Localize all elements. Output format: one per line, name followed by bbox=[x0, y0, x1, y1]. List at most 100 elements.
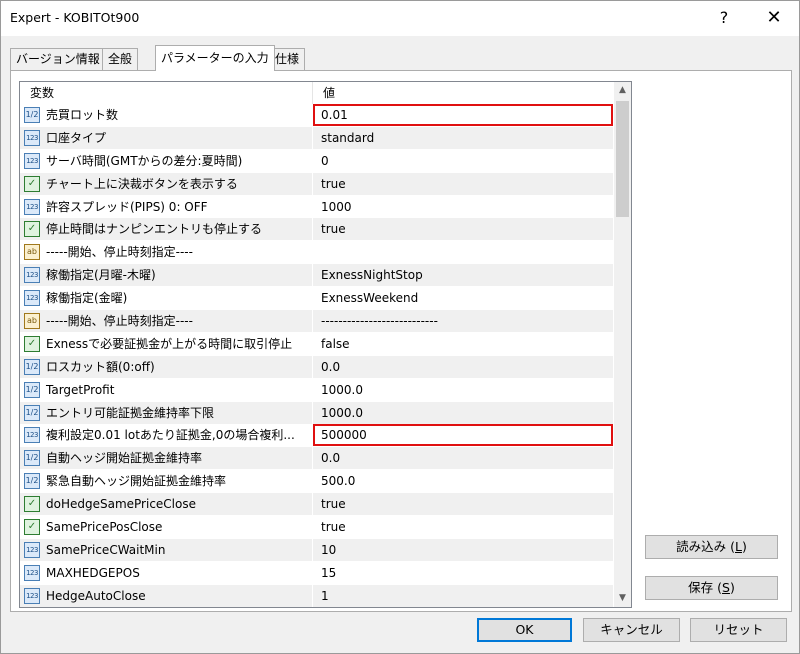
parameter-name-cell[interactable]: 123 稼働指定(月曜-木曜) bbox=[20, 264, 312, 287]
parameter-value[interactable]: true bbox=[313, 493, 613, 516]
parameter-row[interactable]: 1/2 TargetProfit 1000.0 bbox=[20, 379, 614, 402]
save-button-key: S bbox=[722, 580, 730, 595]
parameter-row[interactable]: ✓ 停止時間はナンピンエントリも停止する true bbox=[20, 218, 614, 241]
parameter-row[interactable]: 1/2 自動ヘッジ開始証拠金維持率 0.0 bbox=[20, 447, 614, 470]
tab-input-parameters[interactable]: パラメーターの入力 bbox=[155, 45, 275, 71]
parameter-name: 自動ヘッジ開始証拠金維持率 bbox=[46, 451, 203, 466]
parameter-name: MAXHEDGEPOS bbox=[46, 565, 140, 580]
parameter-row[interactable]: 123 口座タイプ standard bbox=[20, 126, 614, 150]
parameter-value[interactable]: 0.0 bbox=[313, 447, 613, 470]
parameter-name: エントリ可能証拠金維持率下限 bbox=[46, 405, 215, 420]
parameter-name-cell[interactable]: 123 複利設定0.01 lotあたり証拠金,0の場合複利... bbox=[20, 424, 312, 446]
parameter-name-cell[interactable]: ab -----開始、停止時刻指定---- bbox=[20, 310, 312, 333]
close-button[interactable]: ✕ bbox=[754, 0, 794, 36]
parameter-value[interactable]: false bbox=[313, 333, 613, 355]
parameter-value[interactable]: standard bbox=[313, 126, 613, 149]
tab-general[interactable]: 全般 bbox=[102, 48, 139, 70]
parameter-name-cell[interactable]: 1/2 ロスカット額(0:off) bbox=[20, 355, 312, 378]
parameter-row[interactable]: ab -----開始、停止時刻指定---- bbox=[20, 241, 614, 264]
parameter-row[interactable]: 123 MAXHEDGEPOS 15 bbox=[20, 562, 614, 585]
parameter-row[interactable]: 1/2 緊急自動ヘッジ開始証拠金維持率 500.0 bbox=[20, 470, 614, 493]
scroll-up-arrow-icon[interactable]: ▲ bbox=[614, 82, 631, 99]
parameter-value[interactable]: ExnessWeekend bbox=[313, 287, 613, 309]
parameter-name-cell[interactable]: 123 MAXHEDGEPOS bbox=[20, 562, 312, 584]
parameter-value[interactable]: 1 bbox=[313, 584, 613, 607]
integer-type-icon: 123 bbox=[24, 129, 40, 146]
parameter-value[interactable]: --------------------------- bbox=[313, 310, 613, 333]
parameter-value[interactable]: 1000.0 bbox=[313, 379, 613, 401]
string-type-icon: ab bbox=[24, 244, 40, 261]
parameter-name: 緊急自動ヘッジ開始証拠金維持率 bbox=[46, 474, 227, 489]
parameter-name: ロスカット額(0:off) bbox=[46, 359, 155, 374]
save-button[interactable]: 保存 (S) bbox=[645, 576, 778, 600]
parameter-name-cell[interactable]: ✓ SamePricePosClose bbox=[20, 516, 312, 538]
integer-type-icon: 123 bbox=[24, 198, 40, 215]
parameter-row[interactable]: ✓ チャート上に決裁ボタンを表示する true bbox=[20, 172, 614, 196]
parameter-value-highlighted[interactable]: 0.01 bbox=[313, 104, 613, 126]
integer-type-icon: 123 bbox=[24, 290, 40, 307]
parameter-value[interactable]: 1000.0 bbox=[313, 401, 613, 424]
parameter-row[interactable]: 1/2 ロスカット額(0:off) 0.0 bbox=[20, 355, 614, 379]
parameter-row[interactable]: 123 サーバ時間(GMTからの差分:夏時間) 0 bbox=[20, 150, 614, 173]
parameter-name-cell[interactable]: ✓ doHedgeSamePriceClose bbox=[20, 493, 312, 516]
parameter-row[interactable]: 123 稼働指定(月曜-木曜) ExnessNightStop bbox=[20, 264, 614, 287]
parameter-name-cell[interactable]: 1/2 売買ロット数 bbox=[20, 104, 312, 126]
double-type-icon: 1/2 bbox=[24, 358, 40, 375]
parameter-name-cell[interactable]: ✓ チャート上に決裁ボタンを表示する bbox=[20, 172, 312, 195]
parameter-name-cell[interactable]: ✓ 停止時間はナンピンエントリも停止する bbox=[20, 218, 312, 241]
parameter-value[interactable]: true bbox=[313, 218, 613, 241]
vertical-scrollbar[interactable]: ▲ ▼ bbox=[614, 82, 631, 607]
parameter-name-cell[interactable]: 123 SamePriceCWaitMin bbox=[20, 538, 312, 561]
parameter-value[interactable]: 10 bbox=[313, 538, 613, 561]
parameter-value[interactable]: 1000 bbox=[313, 196, 613, 218]
parameter-row[interactable]: 123 SamePriceCWaitMin 10 bbox=[20, 538, 614, 562]
parameter-row[interactable]: ab -----開始、停止時刻指定---- --------------------… bbox=[20, 310, 614, 333]
parameter-name: -----開始、停止時刻指定---- bbox=[46, 245, 193, 260]
column-header-value[interactable]: 値 bbox=[313, 82, 335, 104]
parameter-name-cell[interactable]: 123 口座タイプ bbox=[20, 126, 312, 149]
column-header-variable[interactable]: 変数 bbox=[20, 82, 54, 104]
parameter-row[interactable]: ✓ SamePricePosClose true bbox=[20, 516, 614, 539]
parameter-row[interactable]: 123 許容スプレッド(PIPS) 0: OFF 1000 bbox=[20, 196, 614, 219]
parameter-value[interactable]: 0.0 bbox=[313, 355, 613, 378]
parameter-row[interactable]: 1/2 売買ロット数 0.01 bbox=[20, 104, 614, 127]
parameter-value[interactable]: 15 bbox=[313, 562, 613, 584]
parameter-value[interactable]: true bbox=[313, 172, 613, 195]
scroll-thumb[interactable] bbox=[616, 101, 629, 217]
ok-button[interactable]: OK bbox=[477, 618, 572, 642]
parameter-name-cell[interactable]: 123 HedgeAutoClose bbox=[20, 584, 312, 607]
parameter-value[interactable]: true bbox=[313, 516, 613, 538]
parameter-name-cell[interactable]: ✓ Exnessで必要証拠金が上がる時間に取引停止 bbox=[20, 333, 312, 355]
parameter-name-cell[interactable]: 123 サーバ時間(GMTからの差分:夏時間) bbox=[20, 150, 312, 172]
parameter-row[interactable]: ✓ Exnessで必要証拠金が上がる時間に取引停止 false bbox=[20, 333, 614, 356]
parameter-value-highlighted[interactable]: 500000 bbox=[313, 424, 613, 447]
parameter-value[interactable]: 0 bbox=[313, 150, 613, 172]
reset-button[interactable]: リセット bbox=[690, 618, 787, 642]
parameter-name: -----開始、停止時刻指定---- bbox=[46, 314, 193, 329]
load-button[interactable]: 読み込み (L) bbox=[645, 535, 778, 559]
boolean-type-icon: ✓ bbox=[24, 335, 40, 352]
parameter-value[interactable]: ExnessNightStop bbox=[313, 264, 613, 287]
parameter-name-cell[interactable]: 123 許容スプレッド(PIPS) 0: OFF bbox=[20, 196, 312, 218]
parameter-name: SamePricePosClose bbox=[46, 520, 163, 535]
parameter-row[interactable]: 123 HedgeAutoClose 1 bbox=[20, 584, 614, 607]
parameter-name-cell[interactable]: 1/2 エントリ可能証拠金維持率下限 bbox=[20, 401, 312, 424]
parameter-name: Exnessで必要証拠金が上がる時間に取引停止 bbox=[46, 336, 293, 351]
help-button[interactable]: ? bbox=[706, 0, 742, 36]
parameter-name-cell[interactable]: 123 稼働指定(金曜) bbox=[20, 287, 312, 309]
parameter-row[interactable]: 123 複利設定0.01 lotあたり証拠金,0の場合複利... 500000 bbox=[20, 424, 614, 447]
parameter-row[interactable]: 123 稼働指定(金曜) ExnessWeekend bbox=[20, 287, 614, 310]
parameter-name-cell[interactable]: 1/2 緊急自動ヘッジ開始証拠金維持率 bbox=[20, 470, 312, 492]
parameter-row[interactable]: 1/2 エントリ可能証拠金維持率下限 1000.0 bbox=[20, 401, 614, 425]
parameter-name-cell[interactable]: ab -----開始、停止時刻指定---- bbox=[20, 241, 312, 263]
cancel-button[interactable]: キャンセル bbox=[583, 618, 680, 642]
parameter-row[interactable]: ✓ doHedgeSamePriceClose true bbox=[20, 493, 614, 516]
parameter-name-cell[interactable]: 1/2 自動ヘッジ開始証拠金維持率 bbox=[20, 447, 312, 470]
parameter-value[interactable]: 500.0 bbox=[313, 470, 613, 492]
boolean-type-icon: ✓ bbox=[24, 175, 40, 192]
parameter-value[interactable] bbox=[313, 241, 613, 263]
scroll-down-arrow-icon[interactable]: ▼ bbox=[614, 590, 631, 607]
tab-version-info[interactable]: バージョン情報 bbox=[10, 48, 106, 70]
double-type-icon: 1/2 bbox=[24, 450, 40, 467]
parameter-name-cell[interactable]: 1/2 TargetProfit bbox=[20, 379, 312, 401]
